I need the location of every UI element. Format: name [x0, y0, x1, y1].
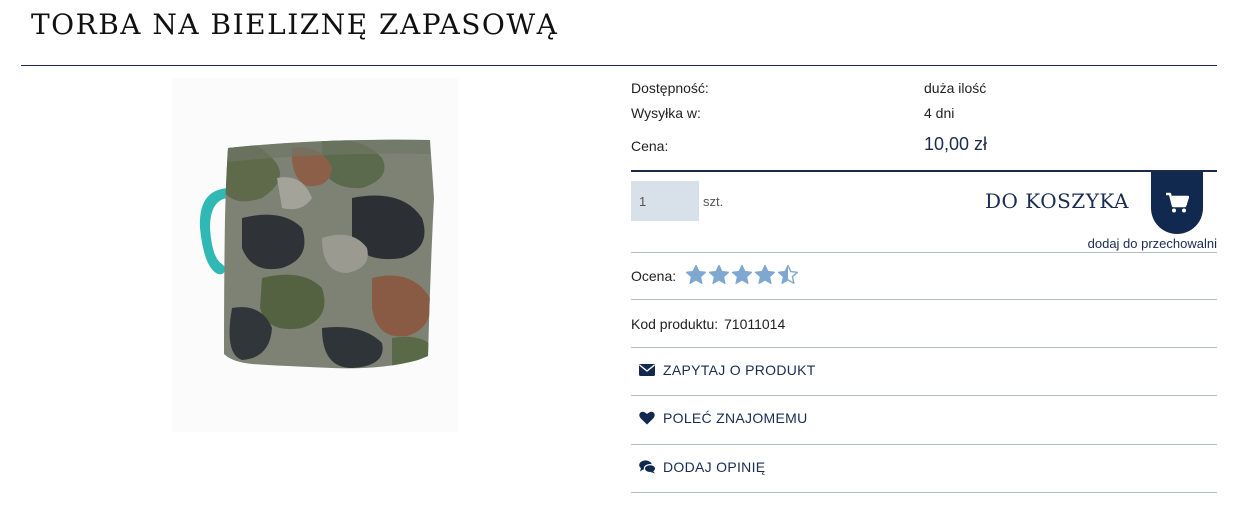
- recommend-divider: [631, 444, 1217, 445]
- star-icon[interactable]: [777, 264, 799, 285]
- add-to-cart-button[interactable]: DO KOSZYKA: [985, 172, 1203, 234]
- price-value: 10,00 zł: [924, 134, 988, 154]
- add-review-button[interactable]: DODAJ OPINIĘ: [638, 459, 765, 475]
- cart-divider: [631, 252, 1217, 253]
- recommend-to-friend-button[interactable]: POLEĆ ZNAJOMEMU: [638, 410, 808, 426]
- shipping-label: Wysyłka w:: [631, 105, 701, 121]
- ask-about-product-button[interactable]: ZAPYTAJ O PRODUKT: [638, 362, 816, 378]
- ask-divider: [631, 395, 1217, 396]
- rating-divider: [631, 299, 1217, 300]
- page-title: TORBA NA BIELIZNĘ ZAPASOWĄ: [31, 8, 559, 41]
- rating-label: Ocena:: [631, 268, 677, 284]
- price-label: Cena:: [631, 138, 669, 154]
- rating-stars[interactable]: [685, 264, 799, 285]
- product-image[interactable]: [172, 78, 458, 432]
- add-to-cart-label: DO KOSZYKA: [985, 189, 1129, 213]
- quantity-input[interactable]: [631, 181, 699, 221]
- shipping-value: 4 dni: [924, 105, 955, 121]
- star-icon[interactable]: [754, 264, 776, 285]
- review-divider: [631, 492, 1217, 493]
- title-divider: [21, 65, 1217, 66]
- envelope-icon: [638, 362, 656, 378]
- add-review-label: DODAJ OPINIĘ: [663, 459, 766, 475]
- add-to-storage-link[interactable]: dodaj do przechowalni: [1088, 236, 1217, 251]
- star-icon[interactable]: [685, 264, 707, 285]
- product-code-label: Kod produktu:: [631, 316, 719, 332]
- cart-icon[interactable]: [1150, 172, 1203, 234]
- quantity-unit: szt.: [703, 194, 724, 209]
- comments-icon: [638, 459, 656, 475]
- availability-label: Dostępność:: [631, 80, 709, 96]
- ask-about-product-label: ZAPYTAJ O PRODUKT: [663, 362, 816, 378]
- heart-icon: [638, 410, 656, 426]
- recommend-to-friend-label: POLEĆ ZNAJOMEMU: [663, 410, 808, 426]
- code-divider: [631, 347, 1217, 348]
- product-code-value: 71011014: [724, 316, 786, 332]
- star-icon[interactable]: [731, 264, 753, 285]
- availability-value: duża ilość: [924, 80, 987, 96]
- camouflage-bag-illustration: [199, 139, 434, 369]
- star-icon[interactable]: [708, 264, 730, 285]
